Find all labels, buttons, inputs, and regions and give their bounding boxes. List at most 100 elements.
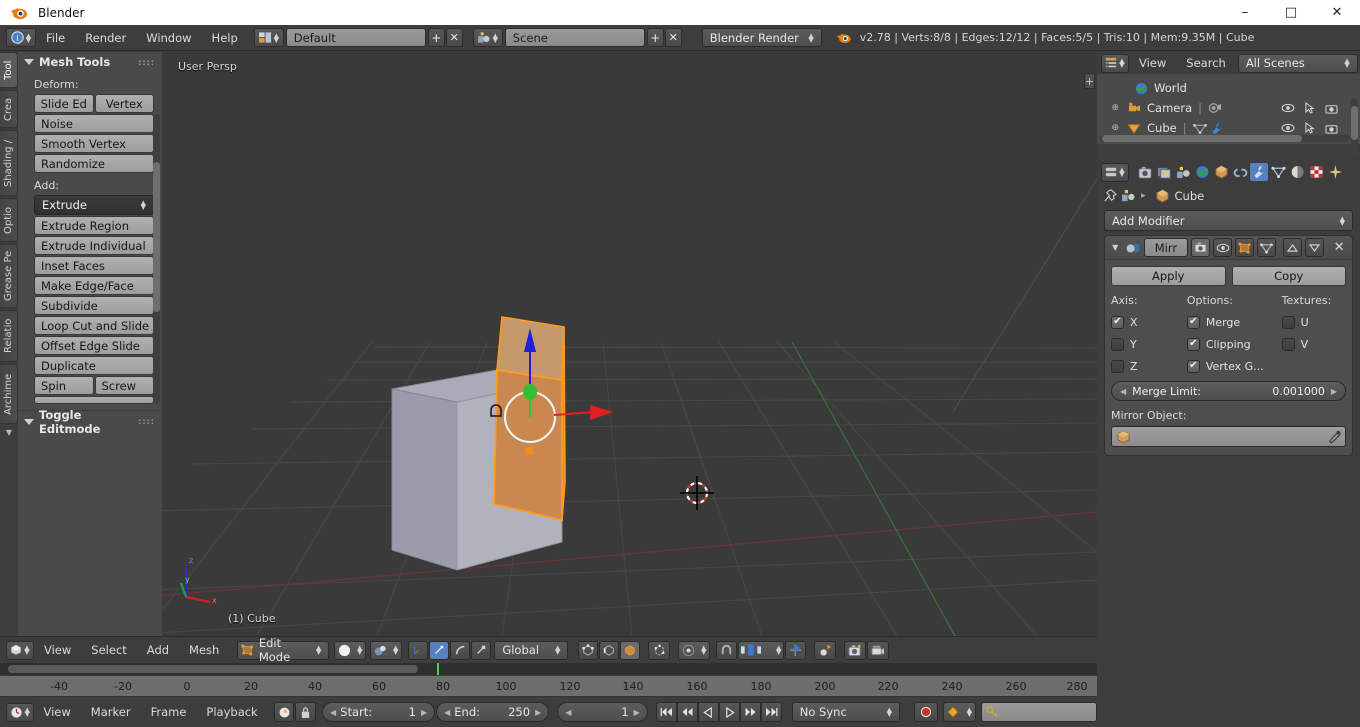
screw-button[interactable]: Screw: [94, 376, 154, 395]
properties-tab-data[interactable]: [1269, 163, 1287, 181]
tool-tab-archimesh[interactable]: Archime: [0, 364, 18, 424]
tl-menu-view[interactable]: View: [34, 702, 81, 722]
step-forward-icon[interactable]: [739, 702, 761, 722]
render-image-icon[interactable]: [844, 640, 867, 660]
mirror-object-field[interactable]: [1111, 426, 1346, 447]
play-reverse-icon[interactable]: [697, 702, 719, 722]
copy-button[interactable]: Copy: [1231, 266, 1346, 286]
pivot-point-selector[interactable]: ▲ ▼: [678, 640, 711, 660]
slide-edge-button[interactable]: Slide Ed: [34, 94, 94, 113]
extrude-individual-button[interactable]: Extrude Individual: [34, 236, 154, 255]
menu-window[interactable]: Window: [136, 28, 201, 48]
render-toggle-icon[interactable]: [1191, 238, 1211, 257]
modifier-name-field[interactable]: Mirr: [1143, 238, 1189, 257]
interaction-mode-selector[interactable]: Edit Mode ▲ ▼: [237, 636, 330, 664]
face-select-icon[interactable]: [620, 640, 641, 660]
tool-shelf-scrollbar[interactable]: [153, 114, 160, 404]
current-frame-field[interactable]: ◀ 1 ▶: [557, 702, 648, 722]
vertex-slide-button[interactable]: Vertex: [94, 94, 154, 113]
expand-plus-icon[interactable]: ⊕: [1097, 103, 1119, 113]
pin-icon[interactable]: [1103, 189, 1117, 203]
realtime-toggle-icon[interactable]: [1213, 238, 1233, 257]
option-merge-row[interactable]: Merge: [1186, 311, 1282, 333]
tl-menu-frame[interactable]: Frame: [141, 702, 197, 722]
tool-tab-grease-pencil[interactable]: Grease Pe: [0, 244, 18, 308]
properties-tab-particles[interactable]: [1326, 163, 1344, 181]
axis-z-row[interactable]: Z: [1111, 355, 1187, 377]
close-button[interactable]: ✕: [1314, 0, 1360, 25]
properties-tab-object[interactable]: [1212, 163, 1230, 181]
loop-cut-and-slide-button[interactable]: Loop Cut and Slide: [34, 316, 154, 335]
remove-layout-button[interactable]: ✕: [445, 28, 463, 47]
start-frame-field[interactable]: ◀ Start: 1 ▶: [322, 702, 436, 722]
move-down-icon[interactable]: [1305, 238, 1325, 257]
snap-target-selector[interactable]: ▲ ▼: [738, 640, 785, 660]
texture-v-row[interactable]: V: [1281, 333, 1346, 355]
sync-mode-selector[interactable]: No Sync ▲ ▼: [791, 702, 900, 722]
scene-display-selector[interactable]: ▲ ▼: [370, 640, 403, 660]
texture-v-checkbox[interactable]: [1281, 337, 1295, 351]
scene-icon[interactable]: ▲ ▼: [472, 28, 503, 47]
timeline-scroll-strip[interactable]: [0, 663, 1097, 675]
properties-tab-world[interactable]: [1193, 163, 1211, 181]
translate-manipulator-icon[interactable]: [429, 640, 450, 660]
clipping-checkbox[interactable]: [1186, 337, 1200, 351]
scene-icon[interactable]: [1122, 189, 1136, 203]
outliner-menu-view[interactable]: View: [1129, 53, 1176, 73]
snap-element-icon[interactable]: [785, 640, 807, 660]
merge-checkbox[interactable]: [1186, 315, 1200, 329]
eye-icon[interactable]: [1281, 103, 1295, 113]
add-modifier-button[interactable]: Add Modifier ▲ ▼: [1104, 210, 1353, 231]
minimize-button[interactable]: –: [1222, 0, 1268, 25]
add-layout-button[interactable]: +: [427, 28, 445, 47]
outliner-menu-search[interactable]: Search: [1176, 53, 1236, 73]
snap-magnet-icon[interactable]: [716, 640, 738, 660]
outliner-display-mode[interactable]: All Scenes ▲ ▼: [1237, 53, 1358, 73]
axis-x-row[interactable]: X: [1111, 311, 1187, 333]
randomize-button[interactable]: Randomize: [34, 154, 154, 173]
mesh-tools-header[interactable]: Mesh Tools ::::: [18, 52, 162, 72]
render-engine-selector[interactable]: Blender Render ▲ ▼: [701, 28, 822, 47]
tool-tab-tool[interactable]: Tool: [0, 52, 18, 88]
scale-manipulator-icon[interactable]: [471, 640, 492, 660]
viewport-shading-selector[interactable]: ▲ ▼: [334, 640, 367, 660]
timeline-view-range[interactable]: [8, 665, 418, 673]
cage-toggle-icon[interactable]: [1257, 238, 1277, 257]
properties-tab-modifiers[interactable]: [1250, 163, 1268, 181]
jump-start-icon[interactable]: [655, 702, 677, 722]
subdivide-button[interactable]: Subdivide: [34, 296, 154, 315]
screen-layout-field[interactable]: Default: [285, 28, 426, 47]
camera-render-icon[interactable]: [1325, 103, 1338, 114]
maximize-button[interactable]: □: [1268, 0, 1314, 25]
vertex-select-icon[interactable]: [578, 640, 599, 660]
extrude-operator-field[interactable]: Extrude ▲ ▼: [34, 195, 154, 215]
chevron-left-icon[interactable]: ◀: [1120, 387, 1126, 396]
properties-editor-icon[interactable]: ▲ ▼: [1101, 162, 1129, 182]
move-up-icon[interactable]: [1283, 238, 1303, 257]
chevron-right-icon[interactable]: ▶: [421, 708, 427, 717]
axis-y-checkbox[interactable]: [1111, 337, 1124, 351]
end-frame-field[interactable]: ◀ End: 250 ▶: [436, 702, 550, 722]
spin-button[interactable]: Spin: [34, 376, 94, 395]
tool-tab-shading[interactable]: Shading /: [0, 130, 18, 196]
render-animation-icon[interactable]: [867, 640, 890, 660]
chevron-left-icon[interactable]: ◀: [330, 708, 336, 717]
make-edge-face-button[interactable]: Make Edge/Face: [34, 276, 154, 295]
rotate-manipulator-icon[interactable]: [450, 640, 471, 660]
chevron-right-icon[interactable]: ▶: [535, 708, 541, 717]
jump-end-icon[interactable]: [760, 702, 782, 722]
timeline-ruler[interactable]: -40 -20 0 20 40 60 80 100 120 140 160 18…: [0, 675, 1097, 697]
option-vertex-groups-row[interactable]: Vertex G...: [1186, 355, 1282, 377]
timeline-editor-icon[interactable]: ▲ ▼: [6, 702, 34, 722]
eye-icon[interactable]: [1281, 123, 1295, 133]
noise-button[interactable]: Noise: [34, 114, 154, 133]
menu-file[interactable]: File: [36, 28, 75, 48]
tool-tab-relations[interactable]: Relatio: [0, 310, 18, 362]
manipulator-toggle-icon[interactable]: [408, 640, 429, 660]
screen-layout-icon[interactable]: ▲ ▼: [253, 28, 284, 47]
vp-menu-add[interactable]: Add: [137, 640, 179, 660]
chevron-left-icon[interactable]: ◀: [444, 708, 450, 717]
extrude-region-button[interactable]: Extrude Region: [34, 216, 154, 235]
axis-y-row[interactable]: Y: [1111, 333, 1187, 355]
chevron-down-icon[interactable]: ▼: [0, 428, 18, 437]
